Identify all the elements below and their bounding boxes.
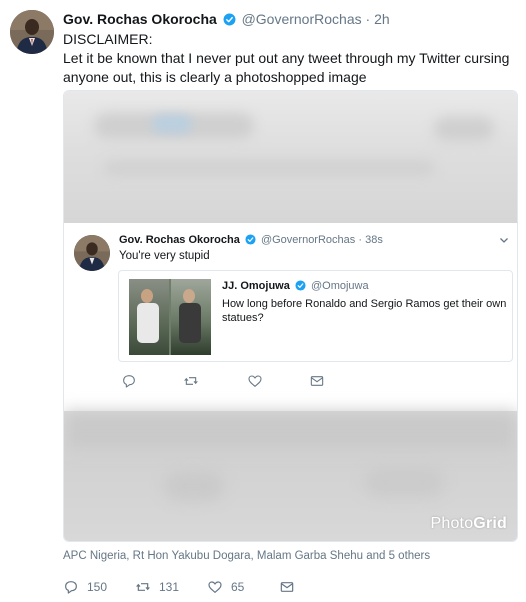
direct-message-icon: [280, 582, 294, 592]
quoted-author-name: JJ. Omojuwa: [222, 280, 290, 292]
tweet-actions: 150 131 65: [63, 577, 323, 597]
direct-message-icon: [310, 376, 324, 386]
embedded-header-separator: ·: [358, 234, 363, 246]
like-button[interactable]: 65: [207, 577, 244, 597]
retweet-button[interactable]: 131: [135, 577, 179, 597]
author-name[interactable]: Gov. Rochas Okorocha: [63, 11, 217, 27]
embedded-author-name: Gov. Rochas Okorocha: [119, 234, 240, 246]
embedded-tweet-actions: [121, 373, 361, 391]
blurred-region-top: [64, 91, 517, 223]
quoted-tweet-photo: [129, 279, 211, 355]
embedded-author-avatar: [74, 235, 110, 271]
embedded-tweet-timestamp: 38s: [365, 234, 383, 246]
like-heart-icon: [208, 581, 222, 594]
watermark-bold: Grid: [473, 515, 507, 532]
reply-button[interactable]: 150: [63, 577, 107, 597]
verified-badge-icon: [223, 13, 236, 26]
author-avatar[interactable]: [10, 10, 54, 54]
quoted-tweet-text: How long before Ronaldo and Sergio Ramos…: [222, 298, 507, 324]
liked-by-text[interactable]: APC Nigeria, Rt Hon Yakubu Dogara, Malam…: [63, 550, 430, 562]
avatar-portrait: [10, 10, 54, 54]
quoted-tweet: JJ. Omojuwa @Omojuwa How long before Ron…: [118, 270, 513, 362]
tweet-timestamp[interactable]: 2h: [374, 11, 390, 27]
reply-icon: [65, 581, 77, 594]
direct-message-button[interactable]: [279, 577, 295, 597]
chevron-down-icon: [500, 238, 508, 243]
reply-count: 150: [87, 580, 108, 594]
like-count: 65: [231, 580, 245, 594]
retweet-count: 131: [159, 580, 180, 594]
embedded-author-handle: @GovernorRochas: [260, 234, 356, 246]
tweet-text-line: Let it be known that I never put out any…: [63, 50, 510, 66]
retweet-icon: [136, 583, 150, 591]
tweet-header: Gov. Rochas Okorocha @GovernorRochas · 2…: [63, 10, 390, 28]
tweet-text: DISCLAIMER: Let it be known that I never…: [63, 30, 518, 87]
reply-icon: [123, 375, 135, 388]
author-handle[interactable]: @GovernorRochas: [242, 11, 362, 27]
header-separator: ·: [365, 11, 371, 27]
tweet-text-line: anyone out, this is clearly a photoshopp…: [63, 69, 367, 85]
embedded-tweet-screenshot: Gov. Rochas Okorocha @GovernorRochas · 3…: [64, 225, 517, 409]
tweet-text-line: DISCLAIMER:: [63, 31, 153, 47]
quoted-tweet-header: JJ. Omojuwa @Omojuwa: [222, 280, 369, 292]
embedded-tweet-text: You're very stupid: [119, 250, 210, 262]
photogrid-watermark: PhotoGrid: [430, 515, 507, 533]
embedded-tweet-header: Gov. Rochas Okorocha @GovernorRochas · 3…: [119, 234, 383, 246]
verified-badge-icon: [245, 234, 256, 245]
retweet-icon: [184, 377, 198, 385]
quoted-author-handle: @Omojuwa: [310, 280, 369, 292]
like-heart-icon: [248, 375, 262, 388]
avatar-portrait: [74, 235, 110, 271]
verified-badge-icon: [295, 280, 306, 291]
tweet-media-image[interactable]: Gov. Rochas Okorocha @GovernorRochas · 3…: [63, 90, 518, 542]
watermark-light: Photo: [430, 515, 474, 532]
